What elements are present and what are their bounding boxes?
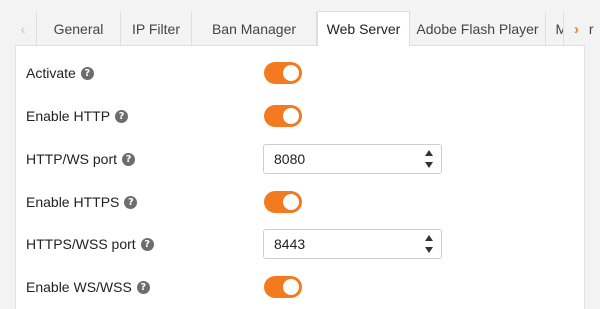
enable-ws-label: Enable WS/WSS [26,279,132,295]
help-icon[interactable]: ? [136,280,150,294]
enable-http-label: Enable HTTP [26,108,111,124]
https-port-input[interactable] [265,231,415,257]
enable-https-label-row: Enable HTTPS ? [26,193,138,211]
http-port-field [263,144,442,174]
tab-list: General IP Filter Ban Manager Web Server… [36,11,600,46]
http-port-stepper[interactable] [423,150,435,168]
tab-bar: ‹ General IP Filter Ban Manager Web Serv… [0,0,600,46]
https-port-stepper[interactable] [423,235,435,253]
chevron-up-icon[interactable] [425,235,433,241]
http-port-label: HTTP/WS port [26,151,118,167]
enable-ws-toggle[interactable] [264,276,302,298]
http-port-input[interactable] [265,146,415,172]
https-port-label: HTTPS/WSS port [26,236,136,252]
toggle-knob [283,65,299,81]
enable-http-label-row: Enable HTTP ? [26,107,129,125]
https-port-field [263,229,442,259]
help-icon[interactable]: ? [124,195,138,209]
help-icon[interactable]: ? [122,152,136,166]
enable-ws-label-row: Enable WS/WSS ? [26,278,150,296]
enable-http-toggle[interactable] [264,105,302,127]
tab-ban-manager[interactable]: Ban Manager [192,12,317,46]
toggle-knob [283,279,299,295]
help-icon[interactable]: ? [140,237,154,251]
https-port-label-row: HTTPS/WSS port ? [26,235,154,253]
activate-label-row: Activate ? [26,64,94,82]
activate-label: Activate [26,65,76,81]
tabs-scroll-right-icon[interactable]: › [563,12,589,46]
toggle-knob [283,108,299,124]
enable-https-toggle[interactable] [264,191,302,213]
tab-general[interactable]: General [37,12,121,46]
tabs-scroll-left-icon[interactable]: ‹ [10,12,36,46]
chevron-down-icon[interactable] [425,162,433,168]
activate-toggle[interactable] [264,62,302,84]
chevron-up-icon[interactable] [425,150,433,156]
help-icon[interactable]: ? [115,109,129,123]
help-icon[interactable]: ? [80,66,94,80]
tab-web-server[interactable]: Web Server [317,11,410,46]
tab-adobe-flash-player[interactable]: Adobe Flash Player [410,12,546,46]
toggle-knob [283,194,299,210]
http-port-label-row: HTTP/WS port ? [26,150,136,168]
chevron-down-icon[interactable] [425,247,433,253]
tab-ip-filter[interactable]: IP Filter [121,12,192,46]
enable-https-label: Enable HTTPS [26,194,120,210]
web-server-panel [15,46,585,309]
